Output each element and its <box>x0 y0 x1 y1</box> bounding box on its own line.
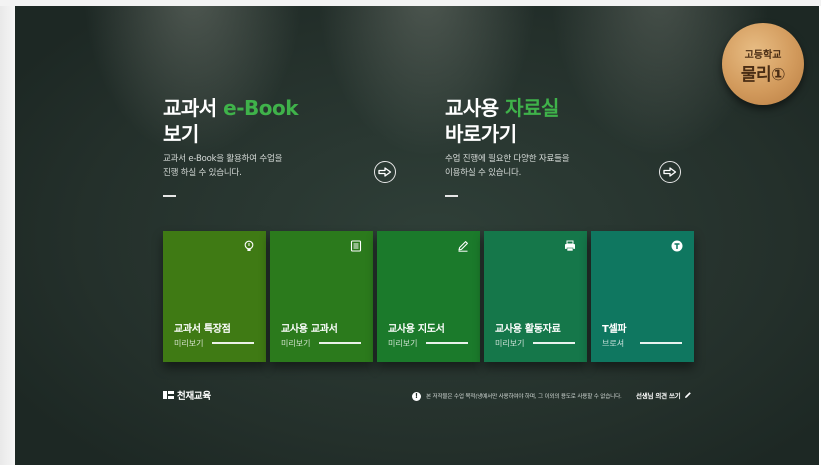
card-underline <box>319 342 361 344</box>
info-icon: ! <box>412 391 421 401</box>
chalkboard-background: 교과서 e-Book 보기 교과서 e-Book을 활용하여 수업을 진행 하실… <box>15 6 819 465</box>
publisher-logo-text: 천재교육 <box>177 391 211 402</box>
card-teacher-activity[interactable]: 교사용 활동자료 미리보기 <box>484 231 587 362</box>
badge-subject: 물리① <box>740 65 786 85</box>
ebook-title-line2: 보기 <box>163 122 199 146</box>
resource-title-highlight: 자료실 <box>505 96 559 120</box>
subject-badge: 고등학교 물리① <box>722 23 804 105</box>
resource-desc-line1: 수업 진행에 필요한 다양한 자료들을 <box>445 154 570 164</box>
card-subtitle: 미리보기 <box>281 339 311 348</box>
card-title: 교사용 지도서 <box>388 324 445 335</box>
arrow-right-icon <box>378 167 392 177</box>
resource-title-prefix: 교사용 <box>445 96 506 120</box>
card-subtitle: 미리보기 <box>495 339 525 348</box>
card-underline <box>533 342 575 344</box>
ebook-go-button[interactable] <box>374 161 396 183</box>
publisher-logo-mark-icon <box>163 390 174 400</box>
resource-desc-line2: 이용하실 수 있습니다. <box>445 168 522 178</box>
card-subtitle: 미리보기 <box>388 339 418 348</box>
card-underline <box>212 342 254 344</box>
card-title: 교사용 활동자료 <box>495 324 561 335</box>
resource-panel-description: 수업 진행에 필요한 다양한 자료들을 이용하실 수 있습니다. <box>445 152 570 180</box>
card-tsellpa-brochure[interactable]: T셀파 브로셔 <box>591 231 694 362</box>
pencil-icon <box>457 240 469 252</box>
ebook-dash-divider <box>163 195 176 197</box>
book-icon <box>350 240 362 252</box>
card-textbook-features[interactable]: 교과서 특장점 미리보기 <box>163 231 266 362</box>
printer-icon <box>564 240 576 252</box>
card-underline <box>426 342 468 344</box>
card-teacher-textbook[interactable]: 교사용 교과서 미리보기 <box>270 231 373 362</box>
resource-panel-title: 교사용 자료실 바로가기 <box>445 95 559 147</box>
badge-school-level: 고등학교 <box>744 50 782 61</box>
teacher-opinion-text: 선생님 의견 쓰기 <box>636 392 681 400</box>
card-title: 교과서 특장점 <box>174 324 231 335</box>
card-subtitle: 브로셔 <box>602 339 625 348</box>
card-underline <box>640 342 682 344</box>
lightbulb-icon <box>243 240 255 252</box>
ebook-title-prefix: 교과서 <box>163 96 224 120</box>
t-logo-icon <box>671 240 683 252</box>
ebook-panel-title: 교과서 e-Book 보기 <box>163 95 299 147</box>
arrow-right-icon <box>663 167 677 177</box>
ebook-desc-line1: 교과서 e-Book을 활용하여 수업을 <box>163 154 283 164</box>
publisher-logo: 천재교육 <box>163 389 211 402</box>
teacher-opinion-link[interactable]: 선생님 의견 쓰기 <box>636 390 692 400</box>
ebook-desc-line2: 진행 하실 수 있습니다. <box>163 168 242 178</box>
ebook-panel-description: 교과서 e-Book을 활용하여 수업을 진행 하실 수 있습니다. <box>163 152 282 180</box>
resource-title-line2: 바로가기 <box>445 122 517 146</box>
card-subtitle: 미리보기 <box>174 339 204 348</box>
copyright-notice-text: 본 저작물은 수업 목적(냉예서만 사용하여야 하며, 그 이외의 용도로 사용… <box>426 394 622 400</box>
card-teacher-guide[interactable]: 교사용 지도서 미리보기 <box>377 231 480 362</box>
resource-dash-divider <box>445 195 458 197</box>
ebook-title-highlight: e-Book <box>223 96 299 120</box>
page-left-margin <box>0 6 15 465</box>
resource-go-button[interactable] <box>659 161 681 183</box>
pencil-icon <box>684 391 692 399</box>
card-title: T셀파 <box>602 324 627 335</box>
card-title: 교사용 교과서 <box>281 324 338 335</box>
copyright-notice: ! 본 저작물은 수업 목적(냉예서만 사용하여야 하며, 그 이외의 용도로 … <box>412 391 622 401</box>
